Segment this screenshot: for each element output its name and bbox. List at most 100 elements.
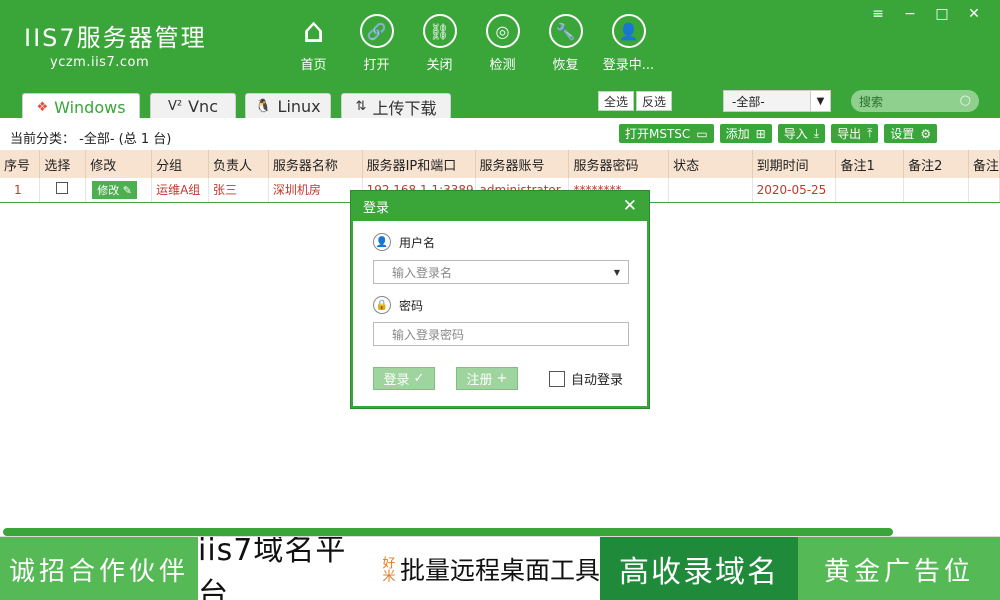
search-input[interactable]: 搜索 ○	[851, 90, 979, 112]
current-category: 当前分类： -全部- (总 1 台)	[10, 128, 171, 147]
edit-button[interactable]: 修改 ✎	[92, 181, 137, 199]
chevron-down-icon: ▼	[810, 91, 830, 111]
cell-select	[40, 178, 86, 202]
button-label: 设置	[890, 125, 914, 142]
tab-vnc[interactable]: V² Vnc	[150, 93, 236, 119]
minimize-icon[interactable]: −	[894, 6, 926, 22]
close-icon[interactable]: ✕	[623, 196, 637, 216]
column-header[interactable]: 备注	[968, 150, 999, 178]
username-placeholder: 输入登录名	[392, 264, 452, 281]
column-header[interactable]: 备注1	[836, 150, 904, 178]
import-button[interactable]: 导入⤓	[778, 124, 825, 143]
ad-partner[interactable]: 诚招合作伙伴	[0, 537, 198, 600]
username-field[interactable]: 输入登录名 ▼	[373, 260, 629, 284]
open-mstsc-button[interactable]: 打开MSTSC▭	[619, 124, 714, 143]
button-label: 导入	[784, 125, 808, 142]
add-icon: ⊞	[756, 127, 766, 141]
cell-edit: 修改 ✎	[86, 178, 152, 202]
nav-restore[interactable]: 🔧 恢复	[534, 14, 597, 73]
auto-login-checkbox[interactable]	[549, 371, 565, 387]
close-icon[interactable]: ✕	[958, 6, 990, 22]
column-header[interactable]: 序号	[0, 150, 40, 178]
nav-label: 打开	[345, 54, 408, 73]
add-button[interactable]: 添加 ⊞	[720, 124, 772, 143]
column-header[interactable]: 分组	[152, 150, 209, 178]
column-header[interactable]: 服务器名称	[268, 150, 362, 178]
app-url: yczm.iis7.com	[50, 55, 207, 70]
tab-label: 上传下载	[372, 95, 436, 119]
vnc-icon: V²	[168, 99, 182, 114]
column-header[interactable]: 选择	[40, 150, 86, 178]
tab-linux[interactable]: 🐧 Linux	[245, 93, 331, 119]
column-header[interactable]: 负责人	[208, 150, 268, 178]
nav-home[interactable]: ⌂ 首页	[282, 14, 345, 73]
ad-gold-slot[interactable]: 黄金广告位	[798, 537, 1000, 600]
ad-remote-tool[interactable]: 批量远程桌面工具	[400, 537, 600, 600]
ad-haomi[interactable]: 好米	[374, 537, 400, 600]
app-logo: IIS7服务器管理 yczm.iis7.com	[24, 18, 207, 70]
dialog-title: 登录	[363, 197, 389, 216]
button-label: 打开MSTSC	[625, 125, 690, 142]
category-select[interactable]: -全部- ▼	[723, 90, 831, 112]
tab-label: Windows	[54, 98, 125, 117]
tab-bar: ❖ Windows V² Vnc 🐧 Linux ⇅ 上传下载	[0, 80, 1000, 118]
cell-note3	[968, 178, 999, 202]
chevron-down-icon[interactable]: ▼	[614, 268, 620, 277]
tab-label: Linux	[278, 97, 321, 116]
wrench-icon: 🔧	[549, 14, 583, 48]
maximize-icon[interactable]: □	[926, 6, 958, 22]
tab-transfer[interactable]: ⇅ 上传下载	[341, 93, 451, 119]
main-nav: ⌂ 首页 🔗 打开 ⛓ 关闭 ◎ 检测 🔧 恢复 👤 登录中...	[282, 14, 660, 73]
info-bar: 当前分类： -全部- (总 1 台) 打开MSTSC▭ 添加 ⊞ 导入⤓ 导出 ⤒ …	[0, 118, 1000, 150]
column-header[interactable]: 到期时间	[752, 150, 836, 178]
auto-login[interactable]: 自动登录	[549, 369, 623, 388]
invert-selection-button[interactable]: 反选	[636, 91, 672, 111]
nav-check[interactable]: ◎ 检测	[471, 14, 534, 73]
toolbar: 打开MSTSC▭ 添加 ⊞ 导入⤓ 导出 ⤒ 设置 ⚙	[619, 124, 943, 143]
tab-windows[interactable]: ❖ Windows	[22, 93, 140, 120]
cell-index: 1	[0, 178, 40, 202]
horizontal-scrollbar[interactable]	[3, 528, 893, 536]
auto-login-label: 自动登录	[571, 369, 623, 388]
column-header[interactable]: 状态	[669, 150, 752, 178]
column-header[interactable]: 修改	[86, 150, 152, 178]
column-header[interactable]: 服务器IP和端口	[362, 150, 475, 178]
login-button[interactable]: 登录✓	[373, 367, 435, 390]
tab-label: Vnc	[188, 97, 218, 116]
dialog-header: 登录 ✕	[351, 191, 649, 221]
button-label: 添加	[726, 125, 750, 142]
password-label-text: 密码	[399, 297, 423, 314]
column-header[interactable]: 服务器账号	[475, 150, 569, 178]
nav-open[interactable]: 🔗 打开	[345, 14, 408, 73]
nav-label: 恢复	[534, 54, 597, 73]
cell-note2	[904, 178, 969, 202]
username-label: 👤 用户名	[373, 233, 435, 251]
app-header: IIS7服务器管理 yczm.iis7.com ⌂ 首页 🔗 打开 ⛓ 关闭 ◎…	[0, 0, 1000, 90]
cell-owner: 张三	[208, 178, 268, 202]
button-label: 导出	[837, 125, 861, 142]
settings-button[interactable]: 设置 ⚙	[884, 124, 937, 143]
table-header: 序号 选择 修改 分组 负责人 服务器名称 服务器IP和端口 服务器账号 服务器…	[0, 150, 1000, 178]
lock-icon: 🔒	[373, 296, 391, 314]
menu-icon[interactable]: ≡	[862, 6, 894, 22]
export-icon: ⤒	[867, 126, 872, 141]
add-user-icon: +	[497, 371, 508, 386]
register-button[interactable]: 注册+	[456, 367, 518, 390]
ad-domain-index[interactable]: 高收录域名	[600, 537, 798, 600]
column-header[interactable]: 备注2	[904, 150, 969, 178]
row-checkbox[interactable]	[56, 182, 68, 194]
column-header[interactable]: 服务器密码	[569, 150, 669, 178]
export-button[interactable]: 导出 ⤒	[831, 124, 878, 143]
ad-domain-platform[interactable]: iis7域名平台	[198, 537, 374, 600]
username-label-text: 用户名	[399, 234, 435, 251]
search-placeholder: 搜索	[859, 93, 883, 110]
nav-label: 首页	[282, 54, 345, 73]
windows-icon: ❖	[36, 100, 48, 115]
nav-login[interactable]: 👤 登录中...	[597, 14, 660, 73]
select-all-button[interactable]: 全选	[598, 91, 634, 111]
settings-icon: ⚙	[920, 127, 931, 141]
nav-close[interactable]: ⛓ 关闭	[408, 14, 471, 73]
password-field[interactable]: 输入登录密码	[373, 322, 629, 346]
cell-status	[669, 178, 752, 202]
nav-label: 登录中...	[597, 54, 660, 73]
